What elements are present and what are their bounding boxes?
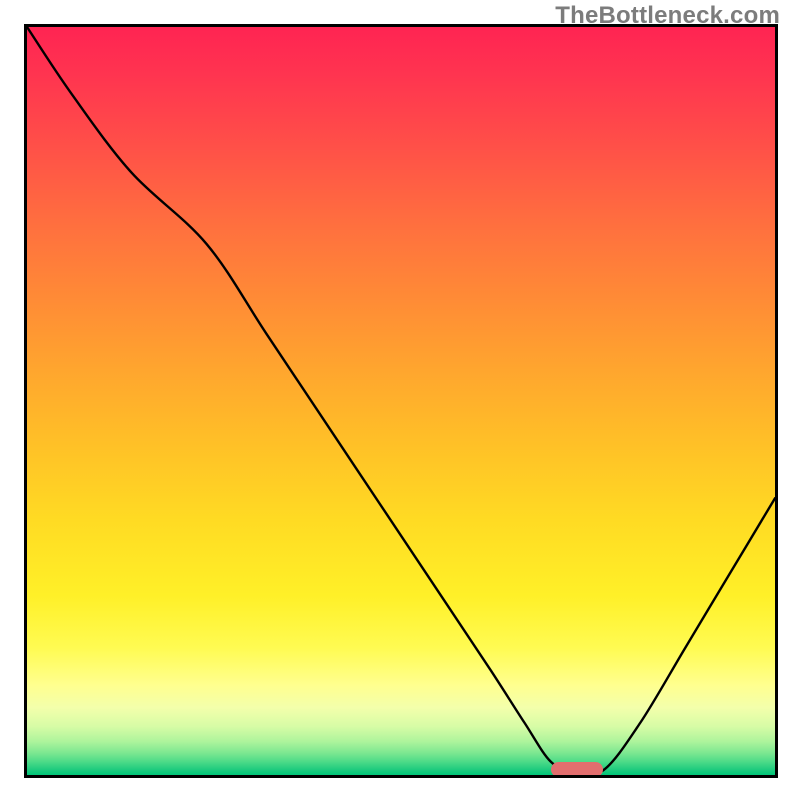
plot-area [24, 24, 778, 778]
optimum-marker-pill [551, 762, 603, 777]
bottleneck-curve-path [27, 27, 775, 774]
bottleneck-chart: TheBottleneck.com [0, 0, 800, 800]
watermark-label: TheBottleneck.com [555, 2, 780, 30]
bottleneck-curve-svg [27, 27, 775, 775]
